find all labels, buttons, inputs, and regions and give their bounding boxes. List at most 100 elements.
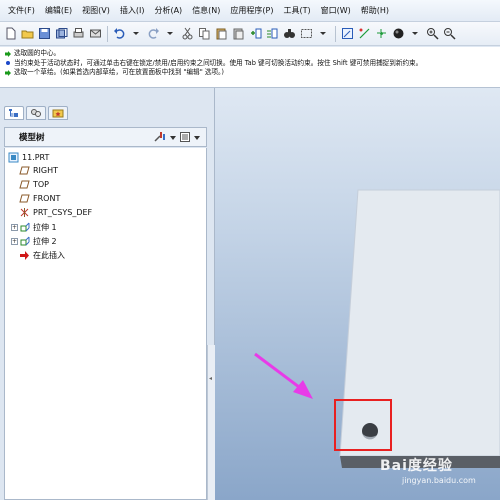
splitter-grip-icon: ◂ [209,375,213,382]
model-tree-header: 模型树 [4,127,207,147]
annotation-arrow [254,352,313,399]
message-line: 当约束处于活动状态时，可通过单击右键在锁定/禁用/启用约束之间切换。使用 Tab… [4,59,496,69]
layers-icon [31,109,41,117]
part-face [339,189,500,457]
csys-icon [19,207,30,218]
chevron-down-icon[interactable] [170,134,176,144]
menu-help[interactable]: 帮助(H) [356,0,394,22]
menu-insert[interactable]: 插入(I) [115,0,150,22]
tree-node-label: FRONT [33,193,61,203]
tree-node-label: 拉伸 1 [33,222,57,232]
tree-node-extrude-2[interactable]: 拉伸 2 [19,235,57,247]
redo-icon[interactable] [146,26,161,41]
save-icon[interactable] [37,26,52,41]
dot-icon [4,59,12,67]
print-icon[interactable] [71,26,86,41]
expand-toggle[interactable]: + [11,238,18,245]
toolbar-separator [335,25,336,42]
tab-model-tree[interactable] [4,106,24,120]
copy-icon[interactable] [197,26,212,41]
undo-icon[interactable] [112,26,127,41]
regenerate-icon[interactable] [248,26,263,41]
paste-icon[interactable] [214,26,229,41]
tree-header-tools [153,131,200,146]
shading-dropdown-icon[interactable] [408,26,423,41]
folder-star-icon [52,109,64,118]
tree-node-label: TOP [33,179,50,189]
menu-bar: 文件(F) 编辑(E) 视图(V) 插入(I) 分析(A) 信息(N) 应用程序… [0,0,500,22]
graphics-viewport[interactable] [215,88,500,500]
tree-node-right[interactable]: RIGHT [19,164,58,176]
arrow-icon [4,69,12,77]
toolbar-separator [107,25,108,42]
panel-splitter[interactable]: ◂ [207,345,215,500]
datum-plane-icon [19,193,30,204]
message-text: 选取一个草绘。(如果首选内部草绘，可在放置面板中找到 "编辑" 选项。) [14,68,224,77]
hole-feature [362,423,378,440]
insert-here-icon [19,250,30,261]
expand-toggle[interactable]: + [11,224,18,231]
tree-node-label: RIGHT [33,165,59,175]
menu-tools[interactable]: 工具(T) [279,0,316,22]
message-text: 当约束处于活动状态时，可通过单击右键在锁定/禁用/启用约束之间切换。使用 Tab… [14,58,423,67]
undo-dropdown-icon[interactable] [129,26,144,41]
tree-node-part[interactable]: 11.PRT [8,151,49,163]
mail-icon[interactable] [88,26,103,41]
model-tree-title: 模型树 [19,133,45,143]
model-tree: 11.PRT RIGHT TOP FRONT PRT_CSYS_DEF + 拉伸… [4,148,207,500]
tree-node-extrude-1[interactable]: 拉伸 1 [19,221,57,233]
message-line: 选取圆的中心。 [4,49,496,59]
extrude-icon [19,222,30,233]
arrow-icon [4,50,12,58]
menu-applications[interactable]: 应用程序(P) [225,0,278,22]
watermark-logo: Bai度经验 [380,458,453,474]
sketch-icon[interactable] [340,26,355,41]
tree-node-label: 11.PRT [22,152,50,162]
tree-node-front[interactable]: FRONT [19,192,60,204]
menu-view[interactable]: 视图(V) [77,0,115,22]
tab-layers[interactable] [26,106,46,120]
menu-edit[interactable]: 编辑(E) [40,0,77,22]
model-tree-icon [9,109,18,117]
chevron-down-icon[interactable] [194,134,200,144]
shading-icon[interactable] [391,26,406,41]
selection-dropdown-icon[interactable] [316,26,331,41]
message-line: 选取一个草绘。(如果首选内部草绘，可在放置面板中找到 "编辑" 选项。) [4,68,496,78]
part-icon [8,152,19,163]
extrude-icon [19,236,30,247]
menu-file[interactable]: 文件(F) [3,0,40,22]
find-icon[interactable] [282,26,297,41]
menu-analysis[interactable]: 分析(A) [149,0,187,22]
selection-box-icon[interactable] [299,26,314,41]
tab-favorites[interactable] [48,106,68,120]
menu-window[interactable]: 窗口(W) [316,0,356,22]
tree-node-label: 拉伸 2 [33,236,57,246]
tree-node-insert-here[interactable]: 在此插入 [19,249,65,261]
message-area: 选取圆的中心。 当约束处于活动状态时，可通过单击右键在锁定/禁用/启用约束之间切… [0,47,500,88]
new-file-icon[interactable] [3,26,18,41]
tree-node-csys[interactable]: PRT_CSYS_DEF [19,206,92,218]
save-copy-icon[interactable] [54,26,69,41]
zoom-out-icon[interactable] [442,26,457,41]
navigator-tabs [4,106,68,120]
datum-plane-icon [19,179,30,190]
tree-node-label: 在此插入 [33,250,65,260]
show-icon[interactable] [179,131,191,146]
tree-node-label: PRT_CSYS_DEF [33,207,93,217]
datum-axis-icon[interactable] [357,26,372,41]
redo-dropdown-icon[interactable] [163,26,178,41]
settings-icon[interactable] [153,131,167,146]
main-toolbar [0,22,500,46]
model-view [254,189,500,468]
datum-plane-icon [19,165,30,176]
zoom-in-icon[interactable] [425,26,440,41]
regen-manager-icon[interactable] [265,26,280,41]
menu-info[interactable]: 信息(N) [187,0,225,22]
datum-point-icon[interactable] [374,26,389,41]
watermark-url: jingyan.baidu.com [402,476,476,485]
cut-icon[interactable] [180,26,195,41]
open-folder-icon[interactable] [20,26,35,41]
tree-node-top[interactable]: TOP [19,178,49,190]
paste-special-icon[interactable] [231,26,246,41]
message-text: 选取圆的中心。 [14,49,61,57]
